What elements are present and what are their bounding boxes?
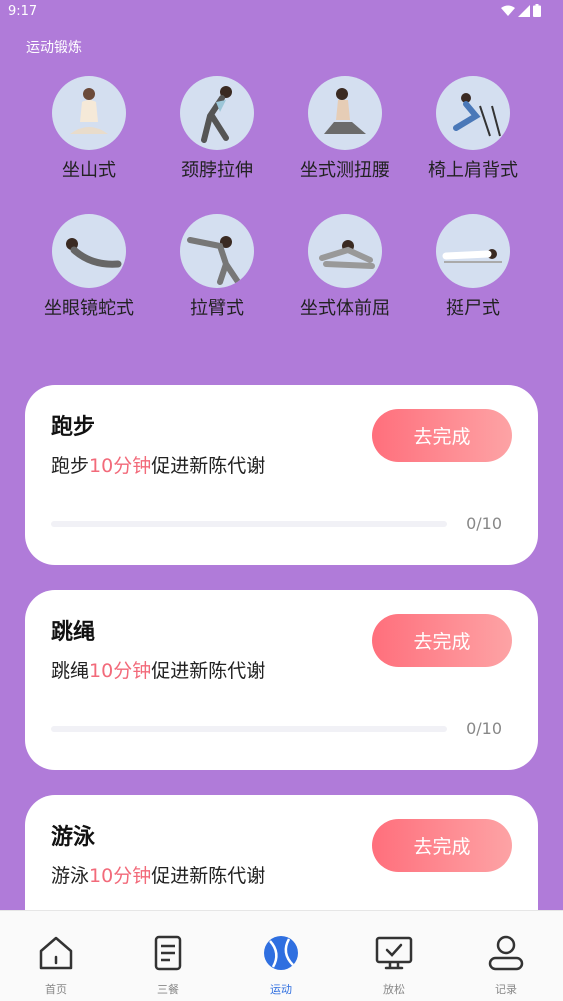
task-description: 跳绳10分钟促进新陈代谢 [51,656,265,683]
yoga-pose-icon [180,214,254,288]
task-title: 跑步 [51,415,96,440]
pose-label: 坐山式 [62,160,116,181]
progress-bar [51,726,447,732]
ball-icon [264,936,298,970]
status-icons [501,4,541,17]
monitor-check-icon [375,936,413,970]
task-desc-suffix: 促进新陈代谢 [151,660,266,682]
pose-label: 挺尸式 [446,298,500,319]
progress-bar [51,521,447,527]
pose-item[interactable]: 坐山式 [25,76,153,182]
status-time: 9:17 [8,4,38,19]
section-title: 运动锻炼 [26,40,82,56]
user-icon [488,935,524,971]
pose-item[interactable]: 挺尸式 [409,214,537,320]
nav-item-meals[interactable]: 三餐 [112,911,224,1001]
yoga-pose-icon [436,76,510,150]
complete-button[interactable]: 去完成 [372,614,512,667]
nav-label: 运动 [270,983,292,996]
yoga-pose-icon [308,76,382,150]
pose-label: 坐式测扭腰 [300,160,390,181]
home-icon [39,936,73,970]
task-description: 跑步10分钟促进新陈代谢 [51,451,265,478]
progress-text: 0/10 [466,514,502,533]
pose-label: 坐式体前屈 [300,298,390,319]
pose-item[interactable]: 颈脖拉伸 [153,76,281,182]
pose-item[interactable]: 坐式测扭腰 [281,76,409,182]
task-desc-highlight: 10分钟 [89,865,152,887]
complete-button[interactable]: 去完成 [372,819,512,872]
wifi-icon [501,5,515,16]
nav-label: 三餐 [157,983,179,996]
yoga-pose-icon [436,214,510,288]
nav-item-relax[interactable]: 放松 [338,911,450,1001]
yoga-pose-icon [52,76,126,150]
pose-item[interactable]: 椅上肩背式 [409,76,537,182]
task-desc-suffix: 促进新陈代谢 [151,455,266,477]
pose-item[interactable]: 坐眼镜蛇式 [25,214,153,320]
complete-button[interactable]: 去完成 [372,409,512,462]
nav-item-exercise[interactable]: 运动 [225,911,337,1001]
task-card: 跳绳 跳绳10分钟促进新陈代谢 去完成 0/10 [25,590,538,770]
pose-label: 坐眼镜蛇式 [44,298,134,319]
pose-label: 颈脖拉伸 [181,160,253,181]
task-desc-prefix: 游泳 [51,865,90,887]
task-description: 游泳10分钟促进新陈代谢 [51,861,265,888]
task-desc-prefix: 跳绳 [51,660,90,682]
pose-item[interactable]: 坐式体前屈 [281,214,409,320]
status-bar: 9:17 [0,0,563,24]
task-desc-suffix: 促进新陈代谢 [151,865,266,887]
battery-icon [533,4,541,17]
yoga-pose-icon [308,214,382,288]
task-desc-highlight: 10分钟 [89,455,152,477]
task-desc-highlight: 10分钟 [89,660,152,682]
task-title: 游泳 [51,825,96,850]
yoga-pose-icon [52,214,126,288]
pose-label: 拉臂式 [190,298,244,319]
task-desc-prefix: 跑步 [51,455,90,477]
task-title: 跳绳 [51,620,96,645]
nav-item-home[interactable]: 首页 [0,911,112,1001]
nav-label: 记录 [495,983,517,996]
pose-label: 椅上肩背式 [428,160,518,181]
document-icon [154,935,182,971]
signal-icon [518,4,530,17]
yoga-pose-icon [180,76,254,150]
nav-label: 放松 [383,983,405,996]
nav-item-records[interactable]: 记录 [450,911,562,1001]
nav-label: 首页 [45,983,67,996]
progress-text: 0/10 [466,719,502,738]
bottom-nav: 首页 三餐 运动 放松 记录 [0,910,563,1001]
pose-item[interactable]: 拉臂式 [153,214,281,320]
task-card: 跑步 跑步10分钟促进新陈代谢 去完成 0/10 [25,385,538,565]
